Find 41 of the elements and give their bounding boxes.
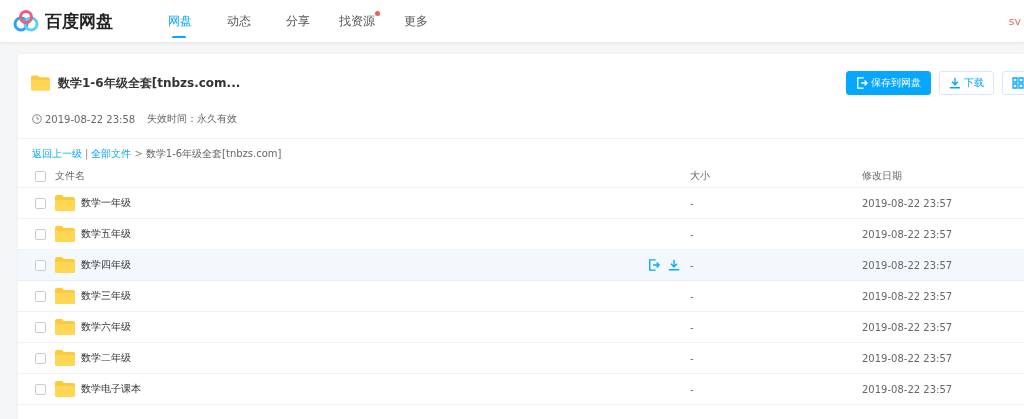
file-row[interactable]: 数学一年级 - 2019-08-22 23:57 (18, 188, 1024, 219)
modified-date: 2019-08-22 23:57 (862, 228, 954, 240)
file-name[interactable]: 数学四年级 (81, 258, 648, 272)
modified-date: 2019-08-22 23:57 (862, 290, 954, 302)
share-title: 数学1-6年级全套[tnbzs.com... (58, 74, 242, 92)
file-size: - (690, 321, 695, 333)
file-name[interactable]: 数学五年级 (81, 227, 690, 241)
file-size: - (690, 259, 695, 271)
file-name[interactable]: 数学电子课本 (81, 382, 690, 396)
modified-date: 2019-08-22 23:57 (862, 197, 954, 209)
divider-text: | (85, 148, 89, 159)
modified-date: 2019-08-22 23:57 (862, 352, 954, 364)
nav-tab[interactable]: 动态 (209, 0, 268, 42)
file-size: - (690, 290, 695, 302)
file-size: - (690, 228, 695, 240)
path-arrow-text: > (134, 148, 143, 159)
nav-tab[interactable]: 分享 (268, 0, 327, 42)
logo-text: 百度网盘 (45, 9, 113, 33)
file-name[interactable]: 数学三年级 (81, 289, 690, 303)
modified-date: 2019-08-22 23:57 (862, 259, 954, 271)
current-folder: 数学1-6年级全套[tnbzs.com] (145, 146, 282, 161)
file-row[interactable]: 数学六年级 - 2019-08-22 23:57 (18, 312, 1024, 343)
column-header: 修改日期 (862, 169, 903, 183)
file-size: - (690, 383, 695, 395)
modified-date: 2019-08-22 23:57 (862, 321, 954, 333)
modified-date: 2019-08-22 23:57 (862, 383, 954, 395)
file-name[interactable]: 数学二年级 (81, 351, 690, 365)
file-name[interactable]: 数学六年级 (81, 320, 690, 334)
expiry-text: 失效时间：永久有效 (147, 112, 238, 126)
file-row[interactable]: 数学电子课本 - 2019-08-22 23:57 (18, 374, 1024, 405)
file-size: - (690, 352, 695, 364)
file-name[interactable]: 数学一年级 (81, 196, 690, 210)
file-row[interactable]: 数学二年级 - 2019-08-22 23:57 (18, 343, 1024, 374)
file-row[interactable]: 数学四年级 - 2019-08-22 23:57 (18, 250, 1024, 281)
column-header: 文件名 (55, 169, 86, 183)
share-time: 2019-08-22 23:58 (45, 113, 136, 125)
file-row[interactable]: 数学三年级 - 2019-08-22 23:57 (18, 281, 1024, 312)
file-size: - (690, 197, 695, 209)
nav-tab[interactable]: 找资源 (327, 0, 386, 42)
nav-tab[interactable]: 更多 (386, 0, 445, 42)
column-header: 大小 (690, 169, 711, 183)
